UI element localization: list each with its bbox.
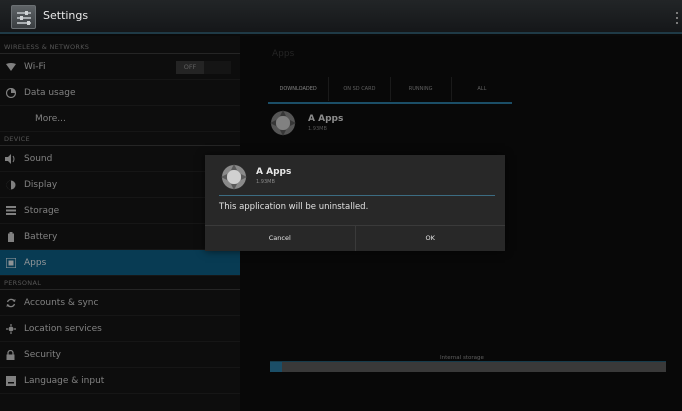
action-bar-title: Settings [43, 9, 89, 22]
dialog-app-name: A Apps [256, 167, 292, 177]
dialog-message: This application will be uninstalled. [219, 202, 369, 212]
dialog-app-size: 1.93MB [256, 179, 275, 185]
ok-button[interactable]: OK [354, 226, 506, 251]
action-bar: Settings [0, 0, 682, 34]
overflow-menu-icon[interactable] [676, 12, 679, 24]
uninstall-dialog: A Apps 1.93MB This application will be u… [205, 155, 505, 251]
dialog-buttons: Cancel OK [205, 225, 505, 251]
settings-icon[interactable] [11, 5, 36, 29]
app-icon [221, 164, 247, 190]
dialog-header: A Apps 1.93MB [205, 155, 505, 195]
dialog-divider [219, 195, 495, 196]
cancel-button[interactable]: Cancel [205, 226, 355, 251]
